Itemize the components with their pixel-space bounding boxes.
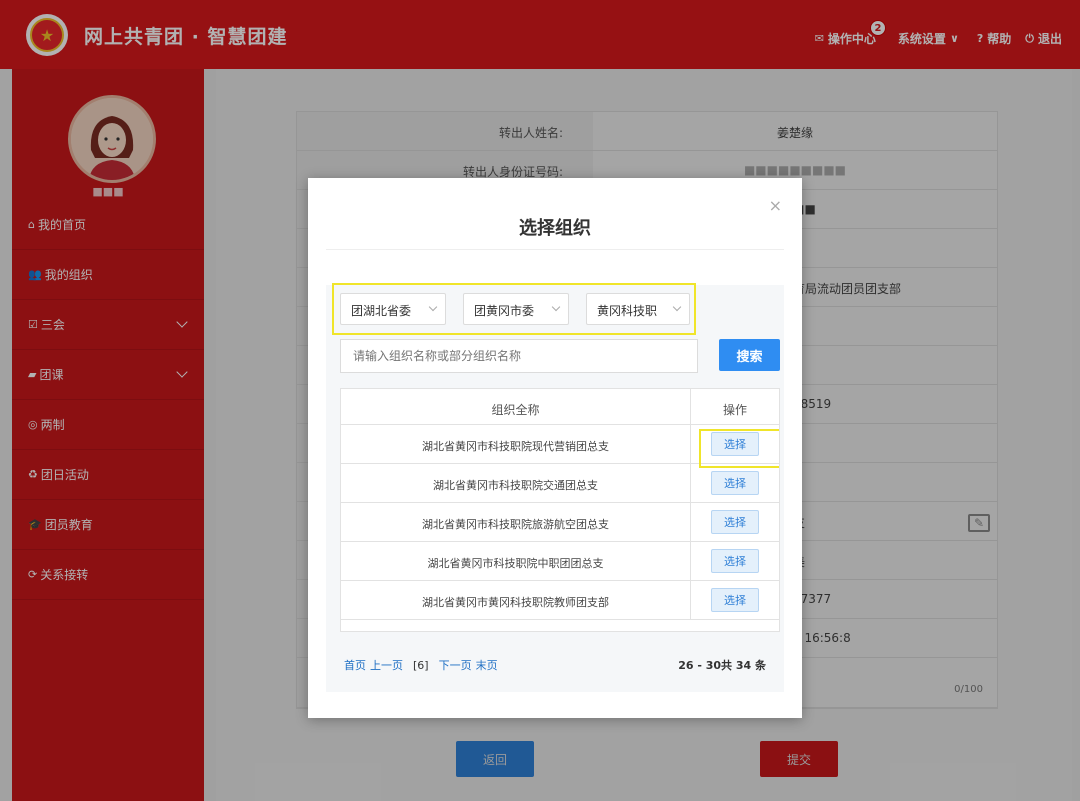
table-row: 湖北省黄冈市科技职院中职团团总支 选择 — [341, 542, 779, 581]
select-org-button[interactable]: 选择 — [711, 510, 759, 534]
province-select[interactable]: 团湖北省委 — [340, 293, 446, 325]
table-header: 组织全称 操作 — [341, 389, 779, 425]
org-name-cell: 湖北省黄冈市科技职院交通团总支 — [341, 464, 691, 502]
first-page-link[interactable]: 首页 — [344, 657, 366, 673]
table-row: 湖北省黄冈市科技职院旅游航空团总支 选择 — [341, 503, 779, 542]
prev-page-link[interactable]: 上一页 — [370, 657, 403, 673]
dialog-body: 团湖北省委 团黄冈市委 黄冈科技职 搜索 组织全称 操作 湖北省黄冈市科技职院现… — [326, 283, 784, 692]
divider — [326, 249, 784, 250]
city-select[interactable]: 团黄冈市委 — [463, 293, 569, 325]
select-org-dialog: × 选择组织 团湖北省委 团黄冈市委 黄冈科技职 搜索 组织全称 操作 — [308, 178, 802, 718]
select-button-highlight — [699, 429, 779, 468]
current-page: [6] — [413, 658, 429, 672]
column-header-name: 组织全称 — [341, 389, 691, 424]
chevron-down-icon — [551, 302, 561, 312]
dialog-title: 选择组织 — [519, 218, 591, 239]
pagination: 首页 上一页 [6] 下一页 末页 — [344, 657, 502, 673]
select-org-button[interactable]: 选择 — [711, 471, 759, 495]
college-select-value: 黄冈科技职 — [597, 304, 658, 318]
org-table: 组织全称 操作 湖北省黄冈市科技职院现代营销团总支 选择 湖北省黄冈市科技职院交… — [340, 388, 780, 632]
college-select[interactable]: 黄冈科技职 — [586, 293, 690, 325]
chevron-down-icon — [428, 302, 438, 312]
org-selects-highlight: 团湖北省委 团黄冈市委 黄冈科技职 — [332, 283, 696, 335]
select-org-button[interactable]: 选择 — [711, 588, 759, 612]
org-name-cell: 湖北省黄冈市科技职院中职团团总支 — [341, 542, 691, 580]
column-header-action: 操作 — [722, 403, 747, 417]
select-org-button[interactable]: 选择 — [711, 549, 759, 573]
city-select-value: 团黄冈市委 — [474, 304, 535, 318]
table-row: 湖北省黄冈市黄冈科技职院教师团支部 选择 — [341, 581, 779, 620]
province-select-value: 团湖北省委 — [351, 304, 412, 318]
next-page-link[interactable]: 下一页 — [439, 657, 472, 673]
org-name-cell: 湖北省黄冈市科技职院现代营销团总支 — [341, 425, 691, 463]
page-info: 26 - 30共 34 条 — [678, 659, 766, 672]
table-row: 湖北省黄冈市科技职院交通团总支 选择 — [341, 464, 779, 503]
last-page-link[interactable]: 末页 — [476, 657, 498, 673]
chevron-down-icon — [672, 302, 682, 312]
org-name-cell: 湖北省黄冈市黄冈科技职院教师团支部 — [341, 581, 691, 619]
org-name-cell: 湖北省黄冈市科技职院旅游航空团总支 — [341, 503, 691, 541]
close-icon[interactable]: × — [769, 196, 782, 215]
org-search-input[interactable] — [340, 339, 698, 373]
search-button[interactable]: 搜索 — [719, 339, 780, 371]
